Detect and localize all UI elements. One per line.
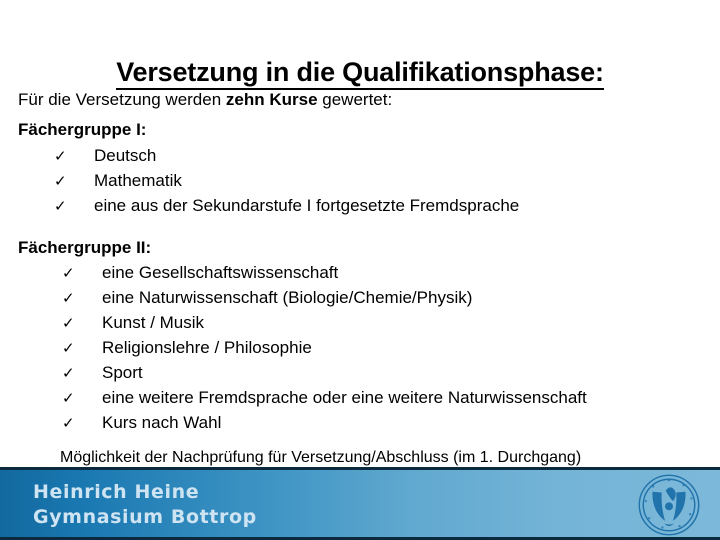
page-title: Versetzung in die Qualifikationsphase: [0,57,720,91]
check-icon: ✓ [62,288,75,307]
subject-list-group-1: ✓ Deutsch ✓ Mathematik ✓ eine aus der Se… [18,144,708,219]
list-item: ✓ eine Gesellschaftswissenschaft [18,261,708,286]
subject-label: Kunst / Musik [102,312,205,332]
subject-label: eine Gesellschaftswissenschaft [102,262,339,282]
check-icon: ✓ [54,196,67,215]
subject-list-group-2: ✓ eine Gesellschaftswissenschaft ✓ eine … [18,261,708,436]
slide-canvas: Versetzung in die Qualifikationsphase: F… [0,0,720,540]
check-icon: ✓ [54,171,67,190]
list-item: ✓ Kunst / Musik [18,311,708,336]
subject-label: Mathematik [94,170,182,190]
footer-banner: Heinrich Heine Gymnasium Bottrop [0,467,720,540]
subject-label: Religionslehre / Philosophie [102,337,312,357]
lead-prefix: Für die Versetzung werden [18,90,226,109]
list-item: ✓ eine weitere Fremdsprache oder eine we… [18,386,708,411]
check-icon: ✓ [62,338,75,357]
check-icon: ✓ [62,413,75,432]
list-item: ✓ Sport [18,361,708,386]
list-item: ✓ Religionslehre / Philosophie [18,336,708,361]
list-item: ✓ eine Naturwissenschaft (Biologie/Chemi… [18,286,708,311]
subject-label: eine Naturwissenschaft (Biologie/Chemie/… [102,287,473,307]
page-title-text: Versetzung in die Qualifikationsphase: [116,57,604,91]
group-heading-2: Fächergruppe II: [18,237,152,257]
subject-label: Sport [102,362,143,382]
lead-sentence: Für die Versetzung werden zehn Kurse gew… [18,88,708,111]
subject-label: eine aus der Sekundarstufe I fortgesetzt… [94,195,520,215]
list-item: ✓ eine aus der Sekundarstufe I fortgeset… [18,194,708,219]
check-icon: ✓ [62,388,75,407]
slide-body: Für die Versetzung werden zehn Kurse gew… [18,88,708,435]
school-name: Heinrich Heine Gymnasium Bottrop [33,480,257,529]
list-item: ✓ Deutsch [18,144,708,169]
subject-label: Deutsch [94,145,157,165]
check-icon: ✓ [62,363,75,382]
check-icon: ✓ [54,146,67,165]
list-item: ✓ Mathematik [18,169,708,194]
lead-suffix: gewertet: [317,90,393,109]
school-name-line-2: Gymnasium Bottrop [33,505,257,528]
subject-label: Kurs nach Wahl [102,412,222,432]
check-icon: ✓ [62,313,75,332]
check-icon: ✓ [62,263,75,282]
school-crest-icon [638,474,700,536]
list-item: ✓ Kurs nach Wahl [18,411,708,436]
school-name-line-1: Heinrich Heine [33,481,200,503]
subject-label: eine weitere Fremdsprache oder eine weit… [102,387,587,407]
group-heading-1: Fächergruppe I: [18,120,147,140]
lead-emphasis: zehn Kurse [225,90,318,109]
closing-note: Möglichkeit der Nachprüfung für Versetzu… [60,449,582,466]
